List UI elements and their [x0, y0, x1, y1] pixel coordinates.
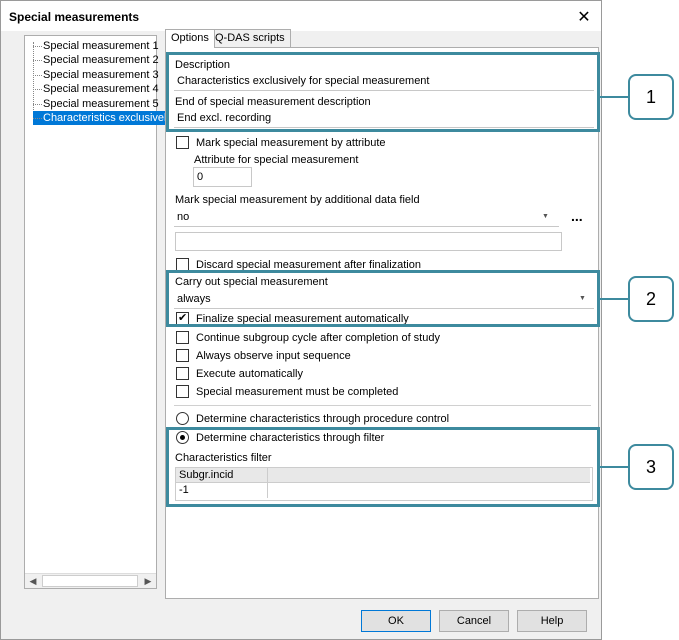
must-complete-label: Special measurement must be completed	[196, 386, 399, 398]
observe-sequence-label: Always observe input sequence	[196, 350, 351, 362]
scroll-left-icon[interactable]: ◀	[25, 574, 41, 589]
highlight-box-1	[166, 52, 600, 132]
tab-qdas-scripts[interactable]: Q-DAS scripts	[209, 29, 291, 47]
tree-item-special-measurement-4[interactable]: Special measurement 4	[33, 82, 162, 96]
separator	[174, 405, 591, 406]
cancel-button[interactable]: Cancel	[439, 610, 509, 632]
tree-item-special-measurement-3[interactable]: Special measurement 3	[33, 68, 162, 82]
mark-by-field-label: Mark special measurement by additional d…	[175, 194, 420, 206]
callout-line-1	[600, 96, 628, 98]
scroll-thumb[interactable]	[42, 575, 138, 587]
close-icon[interactable]: ✕	[575, 7, 593, 27]
execute-automatically-label: Execute automatically	[196, 368, 303, 380]
observe-sequence-checkbox[interactable]	[176, 349, 189, 362]
measurement-tree[interactable]: Special measurement 1 Special measuremen…	[24, 35, 175, 589]
callout-1: 1	[628, 74, 674, 120]
highlight-box-2	[166, 270, 600, 327]
chevron-down-icon: ▼	[542, 213, 549, 220]
mark-by-field-value: no	[177, 211, 190, 223]
help-button[interactable]: Help	[517, 610, 587, 632]
callout-3: 3	[628, 444, 674, 490]
procedure-control-radio[interactable]	[176, 412, 189, 425]
more-options-button[interactable]: ...	[571, 208, 583, 224]
execute-automatically-checkbox[interactable]	[176, 367, 189, 380]
tab-options[interactable]: Options	[165, 29, 215, 48]
procedure-control-label: Determine characteristics through proced…	[196, 413, 450, 425]
continue-subgroup-label: Continue subgroup cycle after completion…	[196, 332, 440, 344]
attribute-field[interactable]: 0	[193, 167, 252, 187]
callout-2: 2	[628, 276, 674, 322]
tree-horizontal-scrollbar[interactable]: ◀ ▶	[25, 573, 156, 588]
title-bar: Special measurements ✕	[1, 1, 601, 31]
scroll-right-icon[interactable]: ▶	[140, 574, 156, 589]
tree-item-special-measurement-5[interactable]: Special measurement 5	[33, 97, 162, 111]
mark-by-field-select[interactable]: no ▼	[174, 208, 559, 227]
additional-field-input[interactable]	[175, 232, 562, 251]
tree-item-special-measurement-2[interactable]: Special measurement 2	[33, 53, 162, 67]
tree-item-special-measurement-1[interactable]: Special measurement 1	[33, 39, 162, 53]
continue-subgroup-checkbox[interactable]	[176, 331, 189, 344]
attribute-label: Attribute for special measurement	[194, 154, 359, 166]
ok-button[interactable]: OK	[361, 610, 431, 632]
mark-by-attribute-checkbox[interactable]	[176, 136, 189, 149]
mark-by-attribute-label: Mark special measurement by attribute	[196, 137, 386, 149]
highlight-box-3	[166, 427, 600, 507]
window-title: Special measurements	[9, 10, 140, 24]
must-complete-checkbox[interactable]	[176, 385, 189, 398]
tree-item-characteristics-exclusively[interactable]: Characteristics exclusively	[33, 111, 175, 125]
callout-line-3	[600, 466, 628, 468]
callout-line-2	[600, 298, 628, 300]
